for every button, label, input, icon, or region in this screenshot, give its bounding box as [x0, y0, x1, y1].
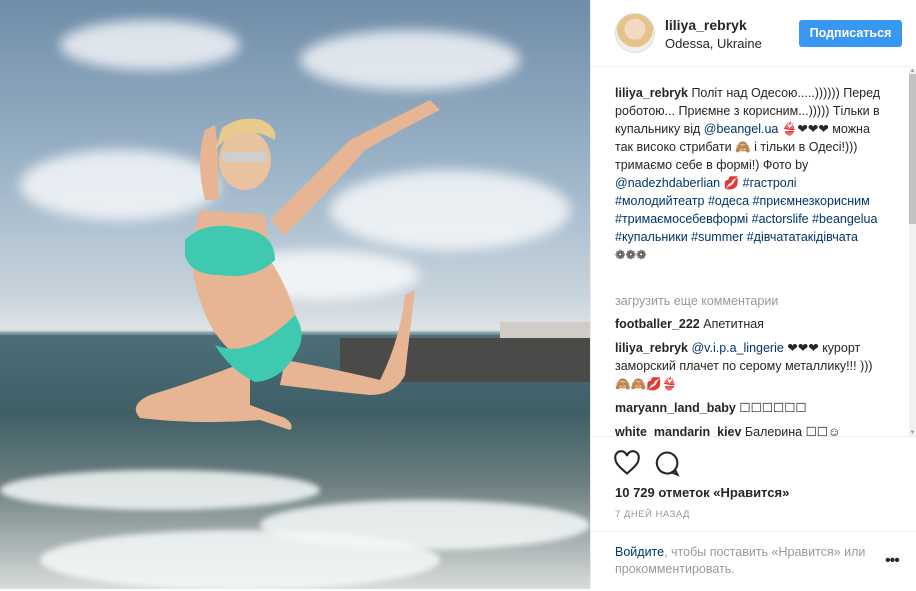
comment-text: Апетитная — [699, 317, 764, 331]
caption-username[interactable]: liliya_rebryk — [615, 86, 688, 100]
comment-text: ☐☐☐☐☐☐ — [735, 401, 807, 415]
comment-username[interactable]: maryann_land_baby — [615, 401, 736, 415]
post-caption: liliya_rebryk Політ над Одесою.....)))))… — [615, 84, 885, 264]
comment-item: footballer_222 Апетитная — [615, 315, 885, 333]
post-header: liliya_rebryk Odessa, Ukraine Подписатьс… — [591, 0, 916, 67]
heart-icon[interactable] — [613, 449, 641, 477]
login-prompt-text: Войдите, чтобы поставить «Нравится» или … — [615, 544, 875, 578]
comment-username[interactable]: footballer_222 — [615, 317, 700, 331]
post-sidebar: liliya_rebryk Odessa, Ukraine Подписатьс… — [590, 0, 916, 589]
avatar[interactable] — [615, 13, 655, 53]
comment-username[interactable]: white_mandarin_kiev — [615, 425, 741, 436]
comment-item: liliya_rebryk @v.i.p.a_lingerie ❤❤❤ куро… — [615, 339, 885, 393]
caption-mention[interactable]: @beangel.ua — [704, 122, 779, 136]
comment-item: white_mandarin_kiev Балерина ☐☐☺ — [615, 423, 885, 436]
comments-list[interactable]: liliya_rebryk Політ над Одесою.....)))))… — [591, 66, 907, 436]
login-prompt: Войдите, чтобы поставить «Нравится» или … — [591, 531, 916, 591]
photo-jumping-woman — [135, 100, 440, 430]
comment-text: Балерина ☐☐☺ — [741, 425, 841, 436]
comments-scrollbar[interactable]: ▲ ▼ — [909, 68, 916, 436]
load-more-comments-link[interactable]: загрузить еще комментарии — [615, 292, 778, 310]
comment-mention[interactable]: @v.i.p.a_lingerie — [691, 341, 783, 355]
post-date[interactable]: 7 ДНЕЙ НАЗАД — [615, 509, 690, 520]
caption-text: 💋 — [720, 176, 743, 190]
follow-button[interactable]: Подписаться — [799, 20, 902, 47]
comment-item: maryann_land_baby ☐☐☐☐☐☐ — [615, 399, 885, 417]
post-photo[interactable] — [0, 0, 590, 589]
scrollbar-thumb[interactable] — [909, 74, 916, 224]
comment-icon[interactable] — [653, 449, 681, 477]
login-link[interactable]: Войдите — [615, 545, 664, 559]
caption-text: ❁❁❁ — [615, 248, 647, 262]
username-link[interactable]: liliya_rebryk — [665, 17, 747, 33]
comment-username[interactable]: liliya_rebryk — [615, 341, 688, 355]
post-actions: 10 729 отметок «Нравится» 7 ДНЕЙ НАЗАД В… — [591, 436, 916, 590]
likes-count[interactable]: 10 729 отметок «Нравится» — [615, 485, 789, 500]
caption-mention[interactable]: @nadezhdaberlian — [615, 176, 720, 190]
more-options-icon[interactable]: ••• — [885, 552, 900, 570]
location-link[interactable]: Odessa, Ukraine — [665, 36, 762, 51]
